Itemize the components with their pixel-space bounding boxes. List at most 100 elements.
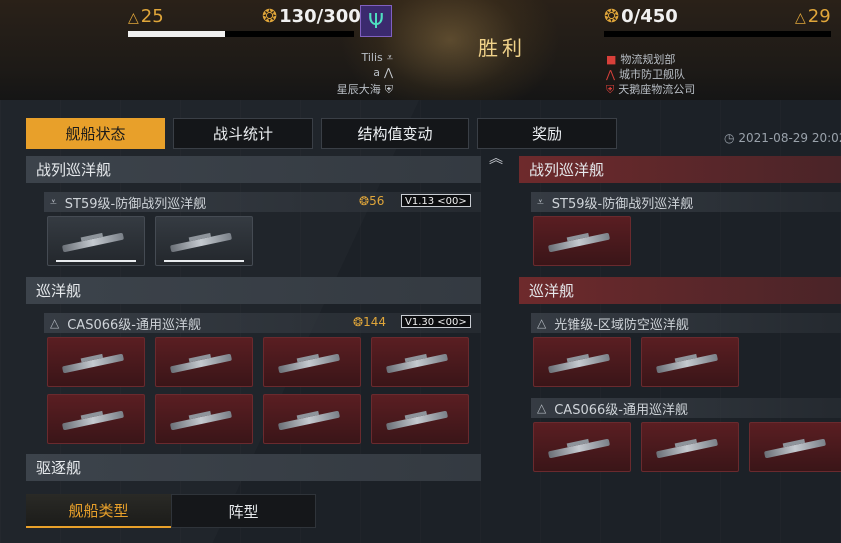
ship-icon	[385, 353, 449, 374]
ship-icon	[547, 438, 611, 459]
ship-card-destroyed[interactable]	[263, 394, 361, 444]
left-level: △ 25	[128, 6, 164, 27]
ship-card[interactable]	[155, 216, 253, 266]
left-progress-fill	[128, 31, 226, 37]
right-fleet-name: 物流规划部	[620, 53, 676, 66]
category-header[interactable]: 巡洋舰	[519, 277, 841, 304]
tab-formation[interactable]: 阵型	[171, 494, 316, 528]
collapse-chevron-icon[interactable]: ︽	[489, 148, 503, 168]
timestamp-text: 2021-08-29 20:02	[738, 131, 841, 145]
tab-ship-type[interactable]: 舰船类型	[26, 494, 171, 528]
rank-chevron-icon: ⋀	[606, 68, 616, 81]
cost-icon: ❂	[353, 315, 364, 329]
ship-card-destroyed[interactable]	[47, 337, 145, 387]
ship-icon	[61, 353, 125, 374]
ship-icon	[763, 438, 827, 459]
ship-hp-bar	[164, 260, 244, 262]
right-level: △ 29	[795, 6, 831, 27]
right-fleet-name: 天鹅座物流公司	[618, 83, 696, 96]
ship-card-destroyed[interactable]	[641, 337, 739, 387]
battle-timestamp: ◷ 2021-08-29 20:02	[724, 131, 841, 145]
right-progress-bar	[604, 31, 831, 37]
left-fleet-member: a ⋀	[373, 66, 393, 79]
ship-class-row[interactable]: ⩡ ST59级-防御战列巡洋舰	[531, 192, 841, 212]
rank-chevron-icon: ⩡	[537, 194, 544, 209]
ship-icon	[547, 353, 611, 374]
clock-icon: ◷	[724, 131, 735, 145]
left-fleet-member: Tilis ⩡	[362, 51, 394, 65]
rank-triangle-icon: △	[50, 316, 60, 330]
left-progress-bar	[128, 31, 354, 37]
ship-card-destroyed[interactable]	[371, 394, 469, 444]
ship-class-row[interactable]: △ 光锥级-区域防空巡洋舰	[531, 313, 841, 333]
right-level-value: 29	[807, 6, 831, 27]
tab-rewards[interactable]: 奖励	[477, 118, 617, 149]
category-header[interactable]: 驱逐舰	[26, 454, 481, 481]
fleet-cost-icon: ❂	[604, 6, 620, 27]
left-level-value: 25	[140, 6, 164, 27]
ship-card-destroyed[interactable]	[47, 394, 145, 444]
right-score: ❂ 0/450	[604, 6, 678, 27]
own-fleet-panel[interactable]: 战列巡洋舰 ⩡ ST59级-防御战列巡洋舰 ❂56 V1.13 <00> 巡洋舰…	[26, 154, 481, 490]
ship-class-row[interactable]: △ CAS066级-通用巡洋舰	[531, 398, 841, 418]
ship-card-destroyed[interactable]	[749, 422, 841, 472]
bottom-view-tabs: 舰船类型 阵型	[26, 494, 316, 528]
ship-icon	[61, 232, 125, 253]
tab-battle-stats[interactable]: 战斗统计	[173, 118, 313, 149]
left-score-value: 130/300	[279, 6, 361, 27]
ship-card-destroyed[interactable]	[533, 337, 631, 387]
result-title: 胜利	[478, 36, 526, 60]
battle-result-header: △ 25 ❂ 130/300 Ψ 胜利 ❂ 0/450 △ 29 Tilis ⩡ a ⋀ 星…	[0, 0, 841, 100]
rank-chevron-icon: ⋀	[383, 66, 393, 79]
level-triangle-icon: △	[128, 10, 139, 26]
ship-icon	[169, 232, 233, 253]
left-fleet-name: 星辰大海	[336, 83, 381, 96]
ship-cost: ❂144	[353, 315, 386, 329]
ship-card-destroyed[interactable]	[371, 337, 469, 387]
ship-cost-value: 56	[369, 194, 385, 208]
left-score: ❂ 130/300	[262, 6, 361, 27]
ship-class-name: CAS066级-通用巡洋舰	[67, 317, 201, 333]
ship-card-destroyed[interactable]	[263, 337, 361, 387]
ship-card-destroyed[interactable]	[533, 216, 631, 266]
tab-ship-status[interactable]: 舰船状态	[26, 118, 165, 149]
ship-card-destroyed[interactable]	[533, 422, 631, 472]
ship-card-destroyed[interactable]	[155, 394, 253, 444]
category-header[interactable]: 战列巡洋舰	[26, 156, 481, 183]
ship-cost-value: 144	[363, 315, 386, 329]
rank-chevron-icon: ⩡	[50, 194, 57, 209]
category-header[interactable]: 战列巡洋舰	[519, 156, 841, 183]
ship-version-badge: V1.13 <00>	[401, 194, 471, 207]
enemy-fleet-panel[interactable]: 战列巡洋舰 ⩡ ST59级-防御战列巡洋舰 巡洋舰 △ 光锥级-区域防空巡洋舰 …	[519, 154, 841, 490]
right-fleet-member: ⛨ 天鹅座物流公司	[606, 81, 695, 97]
ship-class-name: ST59级-防御战列巡洋舰	[64, 196, 207, 212]
tab-structure-change[interactable]: 结构值变动	[321, 118, 469, 149]
rank-triangle-icon: △	[537, 401, 547, 415]
left-fleet-name: Tilis	[361, 51, 383, 64]
right-score-value: 0/450	[621, 6, 678, 27]
right-fleet-name: 城市防卫舰队	[619, 68, 686, 81]
ship-icon	[385, 410, 449, 431]
rank-triangle-icon: △	[537, 316, 547, 330]
ship-icon	[547, 232, 611, 253]
rank-shield-icon: ⛨	[606, 83, 615, 96]
faction-emblem-icon: Ψ	[360, 5, 392, 37]
left-fleet-name: a	[373, 66, 380, 79]
ship-version-badge: V1.30 <00>	[401, 315, 471, 328]
ship-hp-bar	[56, 260, 136, 262]
ship-card-destroyed[interactable]	[641, 422, 739, 472]
cost-icon: ❂	[359, 194, 370, 208]
rank-shield-icon: ⛨	[384, 83, 393, 96]
ship-class-name: CAS066级-通用巡洋舰	[554, 402, 688, 418]
ship-icon	[655, 353, 719, 374]
ship-class-name: 光锥级-区域防空巡洋舰	[554, 317, 689, 333]
ship-icon	[277, 353, 341, 374]
level-triangle-icon: △	[795, 10, 806, 26]
ship-card[interactable]	[47, 216, 145, 266]
left-fleet-member: 星辰大海 ⛨	[337, 81, 393, 97]
ship-icon	[169, 353, 233, 374]
right-fleet-member: ■ 物流规划部	[606, 51, 675, 67]
rank-square-icon: ■	[606, 53, 617, 66]
category-header[interactable]: 巡洋舰	[26, 277, 481, 304]
ship-card-destroyed[interactable]	[155, 337, 253, 387]
